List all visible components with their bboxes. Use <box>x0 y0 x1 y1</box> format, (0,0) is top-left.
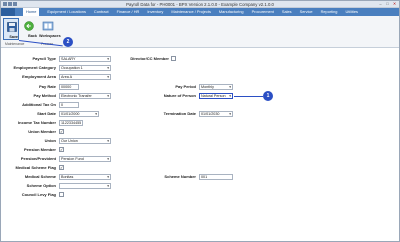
callout-1-line <box>234 96 263 97</box>
minimize-icon[interactable]: – <box>378 2 383 6</box>
close-icon[interactable]: ✕ <box>392 2 397 6</box>
menu-tabs: Home Equipment / Locations Contract Fina… <box>23 8 366 16</box>
save-icon <box>7 22 17 32</box>
employment-area-label: Employment Area <box>22 74 56 79</box>
menu-tab-inventory[interactable]: Inventory <box>147 8 163 16</box>
save-button[interactable]: Save <box>3 18 19 40</box>
union-label: Union <box>44 138 56 143</box>
payroll-type-select[interactable]: SALARY <box>59 56 111 62</box>
employment-area-select[interactable]: Area A <box>59 74 111 80</box>
director-cc-member-label: Director/CC Member <box>130 56 169 61</box>
menu-tab-utilities[interactable]: Utilities <box>345 8 358 16</box>
save-button-label: Save <box>9 35 18 39</box>
income-tax-number-input[interactable]: 1122334455 <box>59 120 83 126</box>
union-member-label: Union Member <box>28 129 56 134</box>
termination-date-picker[interactable]: 01/01/2030 <box>199 111 233 117</box>
callout-1: 1 <box>263 91 273 101</box>
menu-tab-maintenance-projects[interactable]: Maintenance / Projects <box>171 8 211 16</box>
start-date-label: Start Date <box>37 111 56 116</box>
scheme-number-label: Scheme Number <box>164 174 196 179</box>
back-arrow-icon <box>24 21 34 31</box>
start-date-picker[interactable]: 01/01/2000 <box>59 111 99 117</box>
payroll-data-window: Payroll Data for - PH0001 - BPX Version … <box>0 0 400 242</box>
menu-tab-sales[interactable]: Sales <box>282 8 292 16</box>
back-button-label: Back <box>28 34 37 38</box>
title-bar: Payroll Data for - PH0001 - BPX Version … <box>1 1 399 8</box>
council-levy-flag-label: Council Levy Flag <box>21 192 56 197</box>
menu-tab-procurement[interactable]: Procurement <box>252 8 274 16</box>
pay-method-label: Pay Method <box>33 93 56 98</box>
ribbon: Save Back Workspaces Maintenance Process… <box>1 16 399 48</box>
payroll-type-label: Payroll Type <box>32 56 57 61</box>
menu-tab-equipment-locations[interactable]: Equipment / Locations <box>47 8 86 16</box>
pay-rate-input[interactable]: 00000 <box>59 84 79 90</box>
pay-period-select[interactable]: Monthly <box>199 84 233 90</box>
workspaces-button[interactable]: Workspaces <box>39 18 61 40</box>
income-tax-number-label: Income Tax Number <box>18 120 56 125</box>
payroll-form: Payroll Type SALARY Employment Category … <box>1 48 399 241</box>
menu-tab-service[interactable]: Service <box>300 8 313 16</box>
scheme-number-input[interactable]: 001 <box>199 174 233 180</box>
pay-method-select[interactable]: Electronic Transfer <box>59 93 111 99</box>
menu-tab-finance-hr[interactable]: Finance / HR <box>117 8 140 16</box>
employment-category-label: Employment Category <box>13 65 56 70</box>
union-select[interactable]: Our Union <box>59 138 111 144</box>
workspaces-button-label: Workspaces <box>39 34 61 38</box>
callout-2: 2 <box>63 37 73 47</box>
scheme-option-select[interactable] <box>59 183 111 189</box>
back-button[interactable]: Back <box>21 18 37 40</box>
termination-date-label: Termination Date <box>163 111 196 116</box>
additional-tax-label: Additional Tax On <box>22 102 56 107</box>
director-cc-member-checkbox[interactable] <box>171 56 176 61</box>
maximize-icon[interactable]: □ <box>385 2 390 6</box>
medical-scheme-label: Medical Scheme <box>24 174 56 179</box>
ribbon-group-maintenance: Maintenance <box>5 42 25 46</box>
workspaces-icon <box>42 21 54 31</box>
pension-member-checkbox[interactable]: ✓ <box>59 147 64 152</box>
nature-of-person-select[interactable]: Natural Person <box>199 93 233 99</box>
medical-scheme-flag-checkbox[interactable]: ✓ <box>59 165 64 170</box>
window-title: Payroll Data for - PH0001 - BPX Version … <box>126 2 274 7</box>
council-levy-flag-checkbox[interactable] <box>59 192 64 197</box>
medical-scheme-flag-label: Medical Scheme Flag <box>15 165 56 170</box>
pay-rate-label: Pay Rate <box>39 84 56 89</box>
file-menu-button[interactable] <box>1 8 15 16</box>
pay-period-label: Pay Period <box>175 84 196 89</box>
pension-provident-select[interactable]: Pension Fund <box>59 156 111 162</box>
additional-tax-input[interactable]: 0 <box>59 102 79 108</box>
window-controls: – □ ✕ <box>378 2 397 6</box>
menu-tab-contract[interactable]: Contract <box>94 8 109 16</box>
menu-tab-home[interactable]: Home <box>23 8 40 16</box>
pension-member-label: Pension Member <box>23 147 56 152</box>
pension-provident-label: Pension/Provident <box>20 156 56 161</box>
union-member-checkbox[interactable]: ✓ <box>59 129 64 134</box>
menu-tab-reporting[interactable]: Reporting <box>321 8 338 16</box>
nature-of-person-label: Nature of Person <box>163 93 196 98</box>
medical-scheme-select[interactable]: Bonitas <box>59 174 111 180</box>
employment-category-select[interactable]: Occupation 1 <box>59 65 111 71</box>
menu-bar: Home Equipment / Locations Contract Fina… <box>1 8 399 16</box>
menu-tab-manufacturing[interactable]: Manufacturing <box>219 8 244 16</box>
scheme-option-label: Scheme Option <box>26 183 56 188</box>
